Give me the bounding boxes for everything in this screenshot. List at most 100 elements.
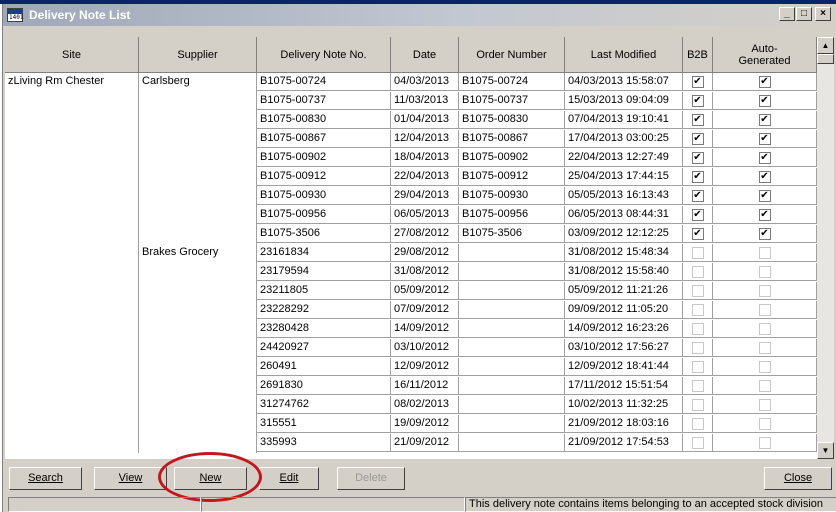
checked-checkbox-icon[interactable]: ✔ [691,171,704,183]
site-cell[interactable]: zLiving Rm Chester [5,73,139,453]
unchecked-checkbox-icon[interactable] [691,342,704,354]
status-message: This delivery note contains items belong… [465,497,836,512]
checked-checkbox-icon[interactable]: ✔ [758,190,771,202]
delivery-note-no-cell: 23211805 [257,282,391,300]
last-modified-cell: 21/09/2012 17:54:53 [565,434,683,452]
delivery-note-no-cell: B1075-00912 [257,168,391,186]
b2b-cell [683,320,713,338]
auto-generated-cell [713,244,817,262]
supplier-cell[interactable]: Carlsberg [139,73,257,244]
order-number-cell [459,339,565,357]
unchecked-checkbox-icon[interactable] [691,399,704,411]
new-button[interactable]: New [174,467,247,490]
column-header-delivery-note-no[interactable]: Delivery Note No. [257,37,391,73]
unchecked-checkbox-icon[interactable] [691,437,704,449]
checked-checkbox-icon[interactable]: ✔ [758,133,771,145]
last-modified-cell: 12/09/2012 18:41:44 [565,358,683,376]
b2b-cell [683,415,713,433]
unchecked-checkbox-icon[interactable] [758,304,771,316]
delivery-note-no-cell: B1075-00830 [257,111,391,129]
delete-button[interactable]: Delete [337,467,405,490]
unchecked-checkbox-icon[interactable] [758,380,771,392]
checked-checkbox-icon[interactable]: ✔ [691,190,704,202]
checked-checkbox-icon[interactable]: ✔ [758,209,771,221]
column-header-date[interactable]: Date [391,37,459,73]
checked-checkbox-icon[interactable]: ✔ [758,171,771,183]
order-number-cell: B1075-00867 [459,130,565,148]
column-header-order-number[interactable]: Order Number [459,37,565,73]
b2b-cell [683,358,713,376]
unchecked-checkbox-icon[interactable] [691,247,704,259]
last-modified-cell: 03/09/2012 12:12:25 [565,225,683,243]
checked-checkbox-icon[interactable]: ✔ [758,228,771,240]
last-modified-cell: 21/09/2012 18:03:16 [565,415,683,433]
last-modified-cell: 04/03/2013 15:58:07 [565,73,683,91]
checked-checkbox-icon[interactable]: ✔ [691,114,704,126]
unchecked-checkbox-icon[interactable] [758,266,771,278]
auto-generated-cell: ✔ [713,168,817,186]
unchecked-checkbox-icon[interactable] [691,266,704,278]
b2b-cell [683,396,713,414]
delivery-note-no-cell: 260491 [257,358,391,376]
unchecked-checkbox-icon[interactable] [758,361,771,373]
checked-checkbox-icon[interactable]: ✔ [691,228,704,240]
order-number-cell: B1075-00912 [459,168,565,186]
b2b-cell [683,339,713,357]
column-header-supplier[interactable]: Supplier [139,37,257,73]
checked-checkbox-icon[interactable]: ✔ [758,114,771,126]
close-button[interactable]: Close [764,467,832,490]
checked-checkbox-icon[interactable]: ✔ [691,133,704,145]
checked-checkbox-icon[interactable]: ✔ [758,152,771,164]
title-bar[interactable]: 1401 Delivery Note List _ □ × [3,4,836,26]
unchecked-checkbox-icon[interactable] [758,247,771,259]
unchecked-checkbox-icon[interactable] [758,323,771,335]
date-cell: 14/09/2012 [391,320,459,338]
column-header-auto-generated[interactable]: Auto-Generated [713,37,817,73]
unchecked-checkbox-icon[interactable] [691,380,704,392]
unchecked-checkbox-icon[interactable] [758,437,771,449]
unchecked-checkbox-icon[interactable] [691,418,704,430]
checked-checkbox-icon[interactable]: ✔ [758,95,771,107]
b2b-cell: ✔ [683,111,713,129]
b2b-cell: ✔ [683,92,713,110]
minimize-icon[interactable]: _ [779,7,795,21]
order-number-cell: B1075-3506 [459,225,565,243]
checked-checkbox-icon[interactable]: ✔ [691,152,704,164]
scroll-thumb[interactable] [817,54,834,64]
unchecked-checkbox-icon[interactable] [758,342,771,354]
edit-button[interactable]: Edit [259,467,319,490]
checked-checkbox-icon[interactable]: ✔ [691,76,704,88]
order-number-cell [459,377,565,395]
delivery-note-no-cell: B1075-00737 [257,92,391,110]
column-header-last-modified[interactable]: Last Modified [565,37,683,73]
checked-checkbox-icon[interactable]: ✔ [691,209,704,221]
scroll-up-icon[interactable]: ▲ [817,37,834,54]
checked-checkbox-icon[interactable]: ✔ [758,76,771,88]
auto-generated-cell: ✔ [713,73,817,91]
delivery-note-no-cell: B1075-3506 [257,225,391,243]
unchecked-checkbox-icon[interactable] [758,285,771,297]
delivery-note-no-cell: 23179594 [257,263,391,281]
column-header-b2b[interactable]: B2B [683,37,713,73]
vertical-scrollbar[interactable]: ▲ ▼ [817,37,834,459]
last-modified-cell: 25/04/2013 17:44:15 [565,168,683,186]
unchecked-checkbox-icon[interactable] [691,323,704,335]
unchecked-checkbox-icon[interactable] [691,285,704,297]
maximize-icon[interactable]: □ [796,7,812,21]
unchecked-checkbox-icon[interactable] [691,304,704,316]
date-cell: 18/04/2013 [391,149,459,167]
close-icon[interactable]: × [815,7,831,21]
delivery-note-grid[interactable]: Site Supplier Delivery Note No. Date Order N… [5,37,817,459]
unchecked-checkbox-icon[interactable] [758,418,771,430]
unchecked-checkbox-icon[interactable] [758,399,771,411]
supplier-cell[interactable]: Brakes Grocery [139,244,257,453]
auto-generated-cell [713,415,817,433]
order-number-cell [459,320,565,338]
checked-checkbox-icon[interactable]: ✔ [691,95,704,107]
unchecked-checkbox-icon[interactable] [691,361,704,373]
search-button[interactable]: Search [9,467,82,490]
scroll-down-icon[interactable]: ▼ [817,442,834,459]
view-button[interactable]: View [94,467,167,490]
column-header-site[interactable]: Site [5,37,139,73]
auto-generated-cell [713,339,817,357]
